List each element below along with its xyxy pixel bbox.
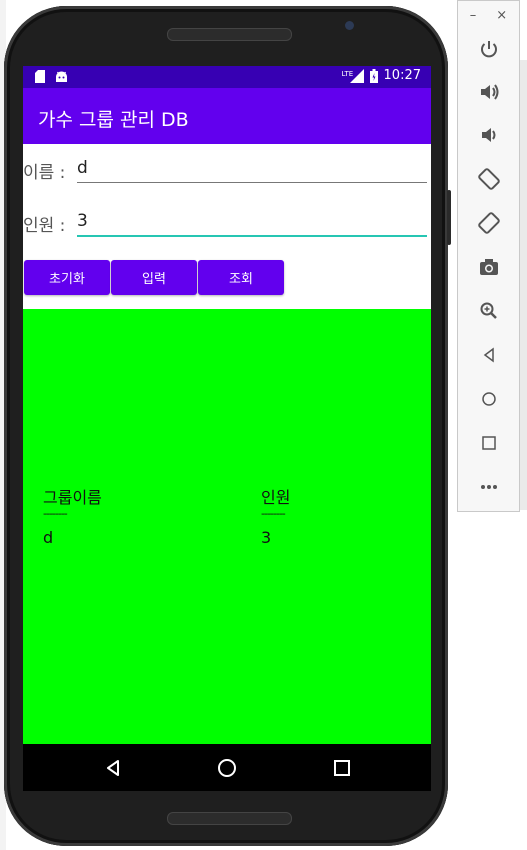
- overview-icon: [334, 760, 350, 776]
- more-icon: [480, 485, 497, 489]
- network-type: LTE: [341, 70, 354, 78]
- status-system: LTE 10:27: [342, 68, 421, 83]
- more-button[interactable]: [458, 471, 519, 503]
- device-screen: LTE 10:27 가수 그룹 관리 DB 이름 : 인원 : 초기화 입력 조…: [23, 66, 431, 791]
- nav-back-button[interactable]: [101, 756, 125, 780]
- phone-side-button: [447, 190, 451, 245]
- name-label: 이름 :: [23, 163, 66, 183]
- zoom-button[interactable]: [458, 295, 519, 327]
- front-camera: [345, 21, 354, 30]
- group-name-value: d: [43, 528, 54, 547]
- home-button[interactable]: [458, 383, 519, 415]
- status-notifications: [35, 70, 68, 83]
- member-count-value: 3: [261, 528, 272, 547]
- overview-button[interactable]: [458, 427, 519, 459]
- rotate-left-button[interactable]: [458, 163, 519, 195]
- reset-button[interactable]: 초기화: [24, 260, 110, 295]
- volume-down-button[interactable]: [458, 119, 519, 151]
- android-icon: [56, 71, 67, 82]
- status-time: 10:27: [383, 68, 421, 83]
- status-bar: LTE 10:27: [23, 66, 431, 88]
- count-input[interactable]: [77, 211, 427, 237]
- screenshot-button[interactable]: [458, 251, 519, 283]
- emulator-toolbar: – ×: [457, 0, 520, 512]
- nav-overview-button[interactable]: [330, 756, 354, 780]
- battery-icon: [369, 68, 378, 83]
- power-icon: [480, 41, 497, 58]
- zoom-icon: [480, 302, 497, 319]
- column-header-group: 그룹이름: [43, 488, 102, 507]
- camera-icon: [479, 259, 498, 275]
- overview-icon: [481, 436, 496, 450]
- name-input[interactable]: [77, 158, 427, 183]
- insert-button[interactable]: 입력: [111, 260, 197, 295]
- minimize-icon[interactable]: –: [470, 8, 477, 23]
- back-icon: [483, 347, 494, 363]
- count-label: 인원 :: [23, 216, 66, 236]
- column-separator-count: --------: [261, 507, 286, 520]
- volume-down-icon: [481, 128, 495, 142]
- column-header-count: 인원: [261, 488, 291, 507]
- close-icon[interactable]: ×: [496, 8, 507, 23]
- back-icon: [107, 760, 119, 776]
- power-button[interactable]: [458, 33, 519, 65]
- volume-up-button[interactable]: [458, 76, 519, 108]
- column-separator-group: --------: [43, 507, 68, 520]
- nav-home-button[interactable]: [215, 756, 239, 780]
- desktop-background-strip: [520, 60, 527, 510]
- app-bar: 가수 그룹 관리 DB: [23, 88, 431, 144]
- volume-up-icon: [480, 84, 498, 100]
- navigation-bar: [23, 744, 431, 791]
- top-speaker: [167, 28, 292, 41]
- sd-card-icon: [35, 70, 45, 83]
- home-icon: [218, 759, 236, 777]
- query-button[interactable]: 조회: [198, 260, 284, 295]
- back-button[interactable]: [458, 339, 519, 371]
- rotate-left-icon: [477, 168, 500, 190]
- result-area: 그룹이름 -------- d 인원 -------- 3: [23, 309, 431, 745]
- home-icon: [481, 392, 496, 406]
- emulator-window-controls: – ×: [458, 1, 519, 29]
- bottom-speaker: [167, 812, 292, 825]
- rotate-right-icon: [477, 212, 500, 234]
- rotate-right-button[interactable]: [458, 207, 519, 239]
- app-title: 가수 그룹 관리 DB: [38, 109, 189, 131]
